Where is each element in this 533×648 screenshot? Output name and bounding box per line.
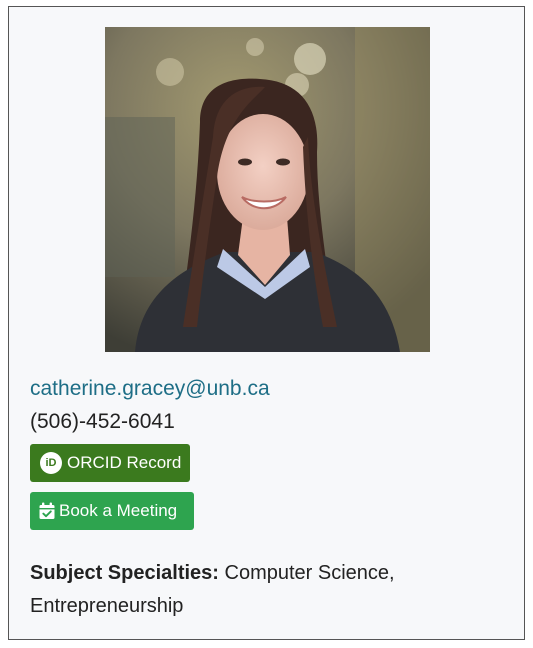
specialties-value-line2: Entrepreneurship — [30, 595, 184, 617]
orcid-icon: iD — [40, 452, 62, 474]
book-meeting-label: Book a Meeting — [59, 501, 178, 520]
profile-photo — [105, 27, 430, 352]
orcid-record-label: ORCID Record — [67, 453, 182, 472]
specialties-value-line1: Computer Science, — [224, 562, 395, 584]
phone-number: (506)-452-6041 — [30, 410, 175, 433]
orcid-record-button[interactable]: iD ORCID Record — [30, 444, 190, 482]
book-meeting-button[interactable]: Book a Meeting — [30, 492, 194, 530]
subject-specialties: Subject Specialties: Computer Science, E… — [30, 557, 500, 623]
email-link[interactable]: catherine.gracey@unb.ca — [30, 377, 270, 401]
calendar-check-icon — [39, 502, 55, 519]
staff-profile-card: catherine.gracey@unb.ca (506)-452-6041 i… — [8, 6, 525, 640]
specialties-label: Subject Specialties: — [30, 562, 219, 584]
